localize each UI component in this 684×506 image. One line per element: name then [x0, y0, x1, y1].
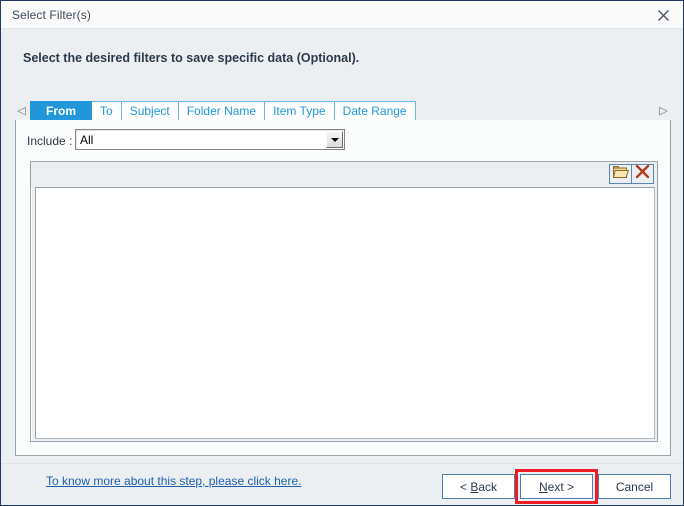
close-button[interactable]	[641, 1, 683, 29]
browse-folder-button[interactable]	[610, 165, 631, 183]
include-label: Include :	[27, 134, 73, 148]
tab-folder-name[interactable]: Folder Name	[178, 101, 266, 121]
red-x-icon	[635, 164, 650, 184]
folder-open-icon	[612, 165, 629, 184]
include-dropdown[interactable]: All	[75, 129, 345, 150]
tab-subject[interactable]: Subject	[121, 101, 179, 121]
help-link[interactable]: To know more about this step, please cli…	[46, 474, 301, 488]
next-button-label: Next >	[538, 479, 575, 494]
footer-divider	[1, 463, 683, 464]
close-icon	[657, 9, 670, 22]
tab-strip: ◁ ▷ From To Subject Folder Name Item Typ…	[15, 101, 671, 121]
include-selected-value: All	[80, 133, 94, 147]
tab-label: From	[46, 104, 76, 118]
tab-list: From To Subject Folder Name Item Type Da…	[30, 101, 416, 121]
tab-scroll-right-icon[interactable]: ▷	[657, 103, 670, 119]
next-button[interactable]: Next >	[520, 474, 593, 499]
dialog-title: Select Filter(s)	[12, 8, 91, 22]
tab-date-range[interactable]: Date Range	[334, 101, 416, 121]
cancel-button[interactable]: Cancel	[598, 474, 671, 499]
title-bar: Select Filter(s)	[1, 0, 683, 29]
filter-list-box	[30, 161, 658, 442]
filter-panel: Include : All	[15, 120, 671, 456]
tab-label: Subject	[129, 104, 170, 118]
tab-from[interactable]: From	[30, 101, 92, 121]
list-toolbar	[31, 162, 657, 186]
select-filters-dialog: Select Filter(s) Select the desired filt…	[0, 0, 684, 506]
tab-item-type[interactable]: Item Type	[265, 101, 335, 121]
tab-label: Folder Name	[186, 104, 257, 118]
tab-to[interactable]: To	[92, 101, 122, 121]
back-button[interactable]: < Back	[442, 474, 515, 499]
tab-scroll-left-icon[interactable]: ◁	[15, 103, 28, 119]
filter-list-content[interactable]	[35, 187, 655, 439]
instruction-text: Select the desired filters to save speci…	[23, 51, 360, 65]
list-toolbar-buttons	[609, 164, 654, 184]
tab-label: Date Range	[342, 104, 407, 118]
tab-label: Item Type	[273, 104, 326, 118]
back-button-label: < Back	[459, 479, 498, 494]
remove-filter-button[interactable]	[632, 164, 653, 184]
chevron-down-icon[interactable]	[326, 131, 343, 148]
tab-label: To	[100, 104, 113, 118]
cancel-button-label: Cancel	[615, 479, 654, 494]
